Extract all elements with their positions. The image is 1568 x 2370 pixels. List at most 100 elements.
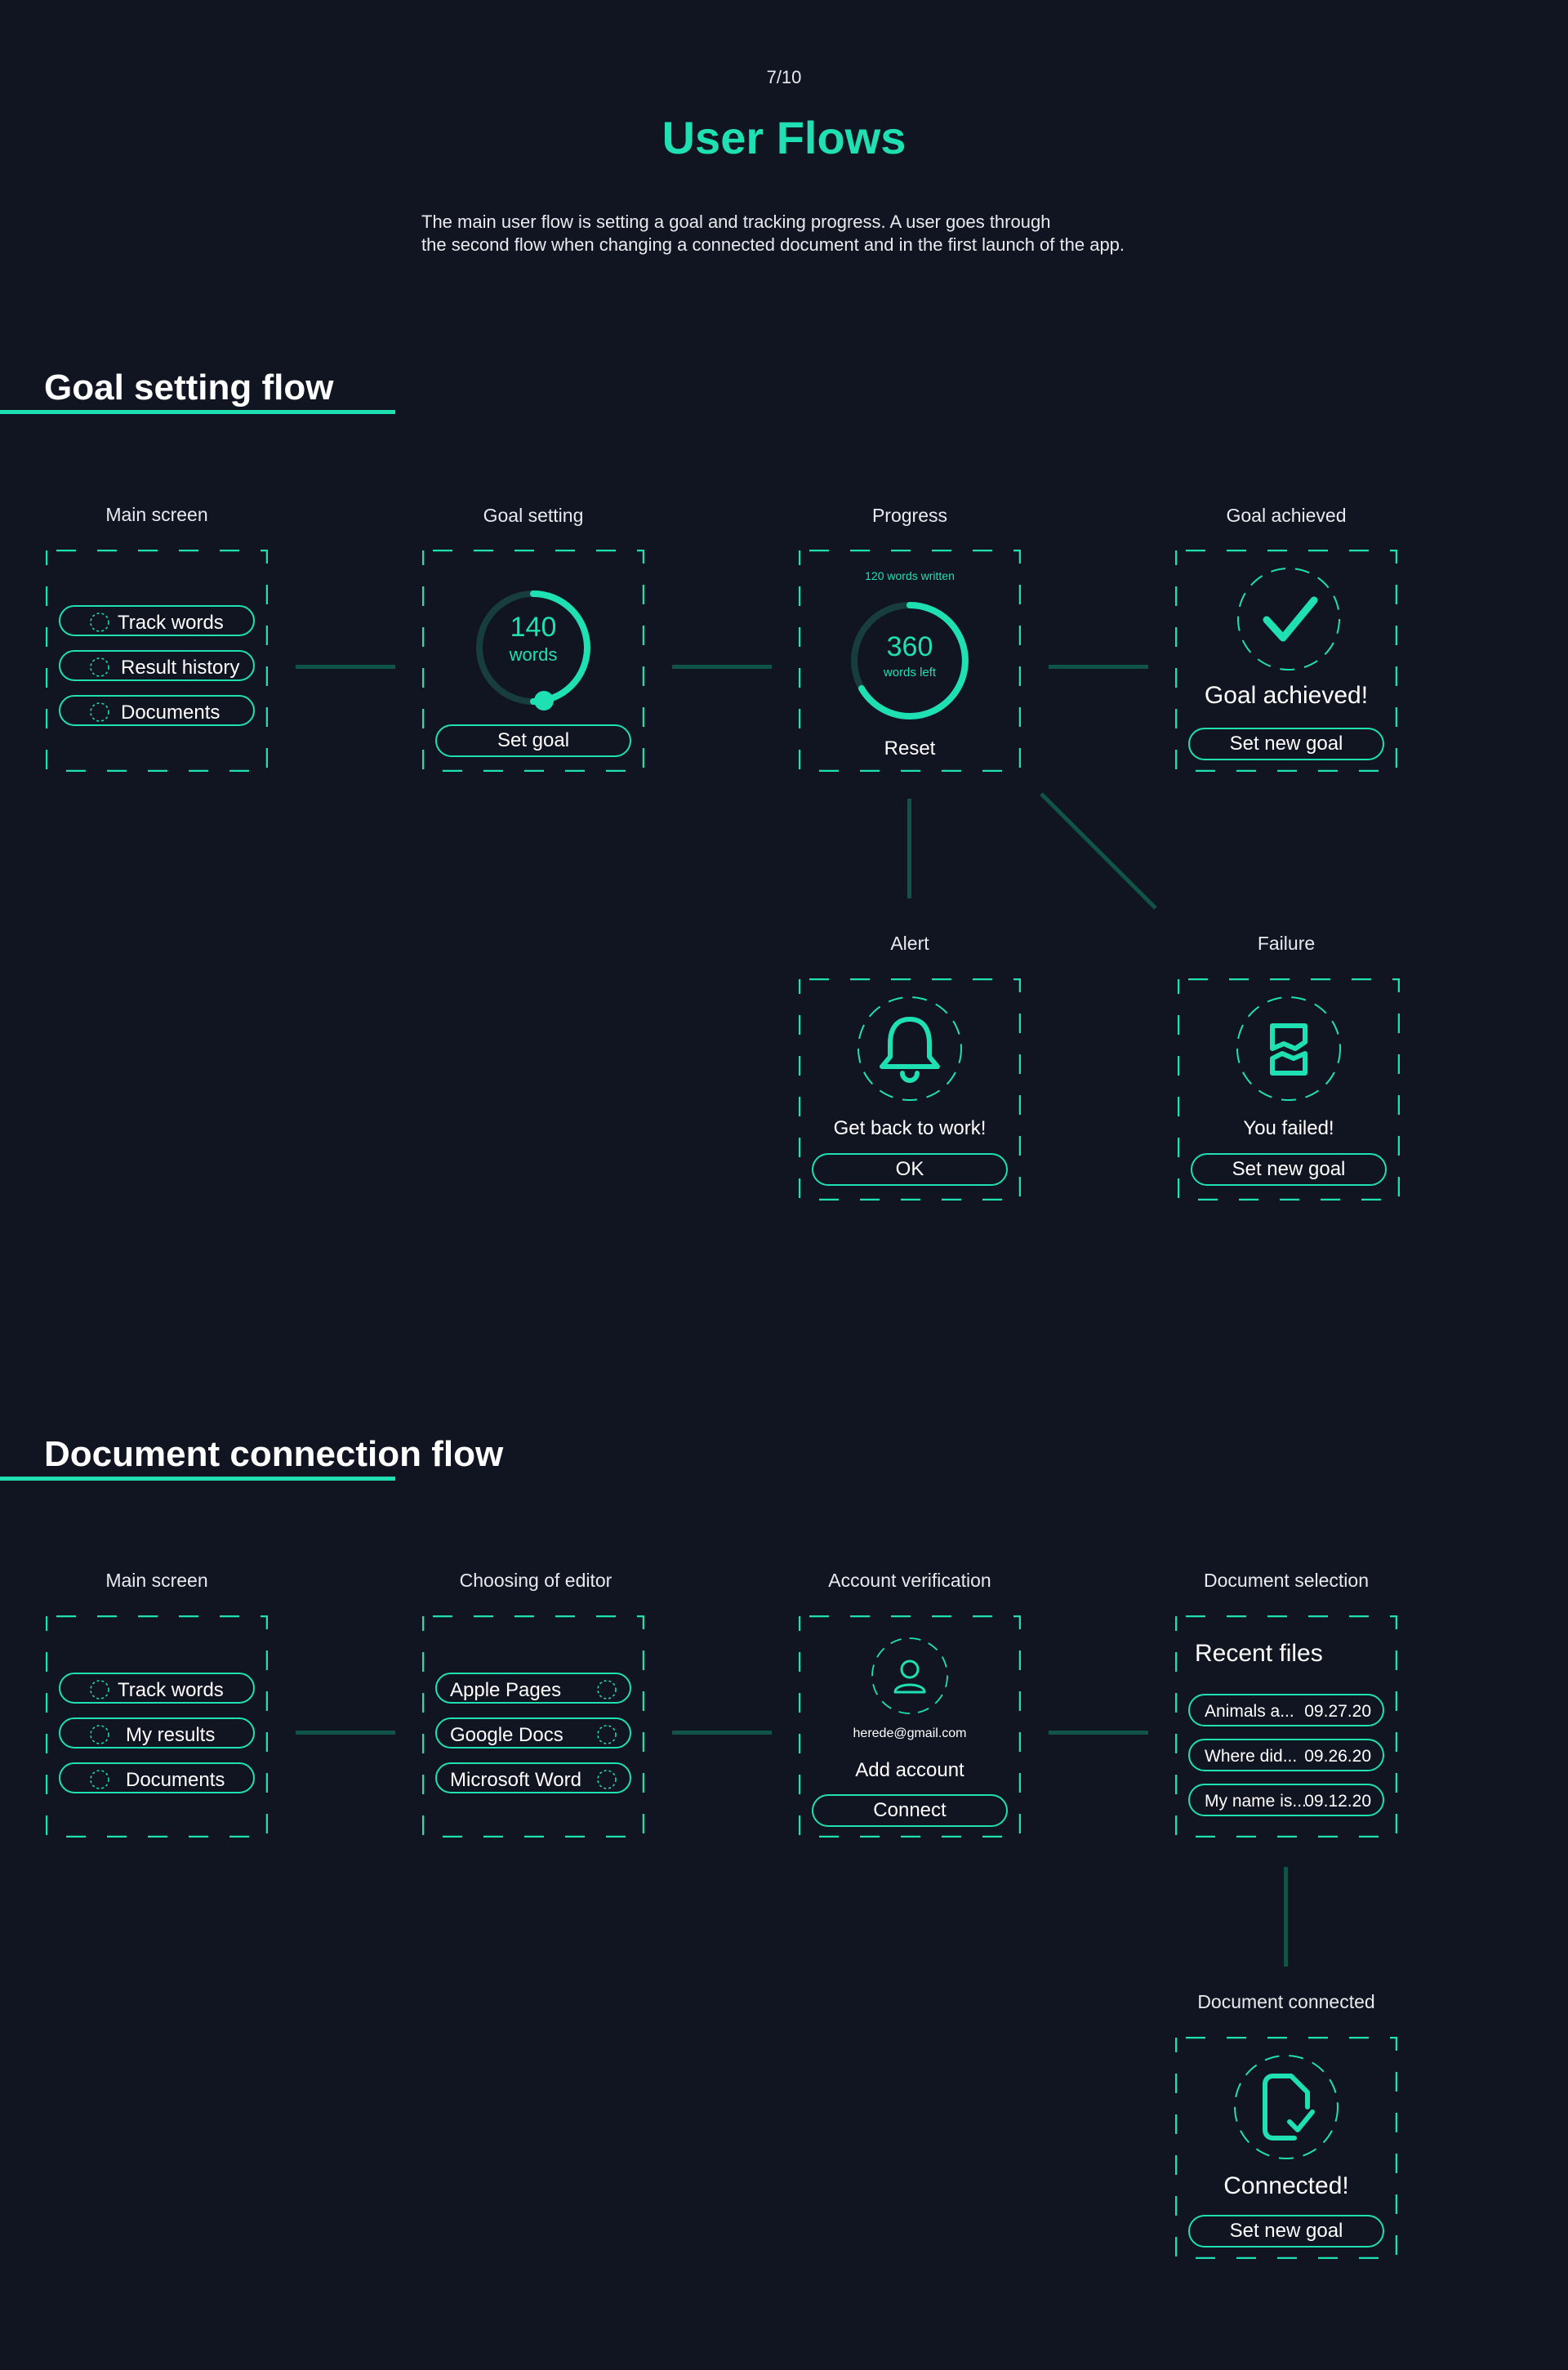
flow-connector xyxy=(672,665,772,669)
menu-item-label: Track words xyxy=(118,612,224,634)
set-new-goal-button[interactable]: Set new goal xyxy=(1188,2215,1384,2247)
intro-text: The main user flow is setting a goal and… xyxy=(421,211,1238,256)
menu-item-label: My results xyxy=(126,1724,216,1746)
editor-option-apple-pages[interactable]: Apple Pages xyxy=(435,1673,631,1704)
goal-flow-underline xyxy=(0,410,395,414)
words-left-unit: words left xyxy=(883,666,937,679)
frame-caption: Main screen xyxy=(105,1570,208,1591)
frame-caption: Failure xyxy=(1257,933,1316,954)
file-name: Where did... xyxy=(1205,1747,1298,1766)
failure-frame: You failed! Set new goal xyxy=(1178,978,1400,1201)
menu-item-my-results[interactable]: My results xyxy=(59,1717,255,1749)
menu-item-track-words[interactable]: Track words xyxy=(59,605,255,636)
page-indicator: 7/10 xyxy=(766,67,802,87)
alert-message: Get back to work! xyxy=(833,1117,987,1139)
doc-flow-underline xyxy=(0,1477,395,1481)
set-new-goal-button[interactable]: Set new goal xyxy=(1191,1153,1387,1186)
goal-achieved-frame: Goal achieved! Set new goal xyxy=(1175,550,1397,772)
words-left-value: 360 xyxy=(886,631,933,662)
menu-item-result-history[interactable]: Result history xyxy=(59,650,255,681)
flow-connector xyxy=(672,1731,772,1735)
circle-icon xyxy=(597,1680,617,1700)
flow-connector xyxy=(907,799,911,898)
file-date: 09.12.20 xyxy=(1304,1792,1371,1811)
reset-button[interactable]: Reset xyxy=(799,737,1021,760)
file-date: 09.27.20 xyxy=(1304,1702,1371,1721)
file-date: 09.26.20 xyxy=(1304,1747,1371,1766)
ok-button[interactable]: OK xyxy=(812,1153,1008,1186)
checkmark-icon xyxy=(1237,568,1340,670)
flow-connector xyxy=(296,1731,395,1735)
alert-frame: Get back to work! OK xyxy=(799,978,1021,1201)
failure-message: You failed! xyxy=(1243,1117,1334,1139)
main-screen-frame: Track words Result history Documents xyxy=(46,550,268,772)
doc-main-screen-frame: Track words My results Documents xyxy=(46,1615,268,1838)
set-new-goal-button[interactable]: Set new goal xyxy=(1188,728,1384,760)
set-goal-button[interactable]: Set goal xyxy=(435,724,631,757)
goal-setting-frame: 140 words Set goal xyxy=(422,550,644,772)
connect-button[interactable]: Connect xyxy=(812,1794,1008,1827)
circle-icon xyxy=(90,1725,109,1744)
document-selection-frame: Recent files Animals a... 09.27.20 Where… xyxy=(1175,1615,1397,1838)
goal-flow-title: Goal setting flow xyxy=(44,368,334,408)
recent-files-heading: Recent files xyxy=(1195,1640,1323,1667)
menu-item-documents[interactable]: Documents xyxy=(59,695,255,726)
frame-caption: Choosing of editor xyxy=(459,1570,612,1591)
menu-item-label: Result history xyxy=(121,657,240,679)
menu-item-label: Documents xyxy=(126,1769,225,1791)
editor-choice-frame: Apple Pages Google Docs Microsoft Word xyxy=(422,1615,644,1838)
document-check-icon xyxy=(1234,2055,1339,2159)
intro-line: the second flow when changing a connecte… xyxy=(421,234,1125,255)
circle-icon xyxy=(90,613,109,632)
flow-connector xyxy=(1040,792,1157,910)
menu-item-label: Documents xyxy=(121,702,220,724)
words-written: 120 words written xyxy=(865,569,955,582)
circle-icon xyxy=(90,1770,109,1789)
goal-unit: words xyxy=(509,644,558,665)
doc-flow-title: Document connection flow xyxy=(44,1434,504,1474)
flow-connector xyxy=(1049,1731,1148,1735)
account-verification-frame: herede@gmail.com Add account Connect xyxy=(799,1615,1021,1838)
flow-connector xyxy=(296,665,395,669)
frame-caption: Alert xyxy=(890,933,929,954)
editor-option-label: Google Docs xyxy=(450,1724,564,1746)
frame-caption: Document connected xyxy=(1197,1991,1375,2012)
intro-line: The main user flow is setting a goal and… xyxy=(421,212,1051,232)
editor-option-microsoft-word[interactable]: Microsoft Word xyxy=(435,1762,631,1793)
frame-caption: Main screen xyxy=(105,504,208,525)
frame-caption: Goal achieved xyxy=(1226,505,1347,526)
file-name: My name is... xyxy=(1205,1792,1307,1811)
bell-icon xyxy=(858,996,962,1101)
editor-option-google-docs[interactable]: Google Docs xyxy=(435,1717,631,1749)
page-title: User Flows xyxy=(662,112,906,163)
frame-caption: Document selection xyxy=(1204,1570,1369,1591)
editor-option-label: Microsoft Word xyxy=(450,1769,581,1791)
menu-item-track-words[interactable]: Track words xyxy=(59,1673,255,1704)
file-item[interactable]: My name is... 09.12.20 xyxy=(1188,1784,1384,1816)
broken-hourglass-icon xyxy=(1236,996,1341,1101)
file-item[interactable]: Where did... 09.26.20 xyxy=(1188,1739,1384,1771)
file-item[interactable]: Animals a... 09.27.20 xyxy=(1188,1694,1384,1726)
frame-caption: Goal setting xyxy=(483,505,584,526)
flow-connector xyxy=(1284,1867,1288,1967)
menu-item-label: Track words xyxy=(118,1679,224,1701)
connected-message: Connected! xyxy=(1223,2172,1349,2199)
editor-option-label: Apple Pages xyxy=(450,1679,562,1701)
add-account-link[interactable]: Add account xyxy=(799,1759,1021,1782)
circle-icon xyxy=(90,657,109,677)
frame-caption: Progress xyxy=(871,505,948,526)
circle-icon xyxy=(90,1680,109,1700)
goal-achieved-message: Goal achieved! xyxy=(1204,682,1369,709)
circle-icon xyxy=(597,1770,617,1789)
document-connected-frame: Connected! Set new goal xyxy=(1175,2037,1397,2259)
circle-icon xyxy=(90,702,109,722)
goal-value: 140 xyxy=(510,612,557,643)
menu-item-documents[interactable]: Documents xyxy=(59,1762,255,1793)
circle-icon xyxy=(597,1725,617,1744)
user-icon xyxy=(871,1637,948,1714)
file-name: Animals a... xyxy=(1205,1702,1294,1721)
account-email: herede@gmail.com xyxy=(853,1726,967,1740)
progress-frame: 120 words written 360 words left Reset xyxy=(799,550,1021,772)
frame-caption: Account verification xyxy=(828,1570,991,1591)
flow-connector xyxy=(1049,665,1148,669)
